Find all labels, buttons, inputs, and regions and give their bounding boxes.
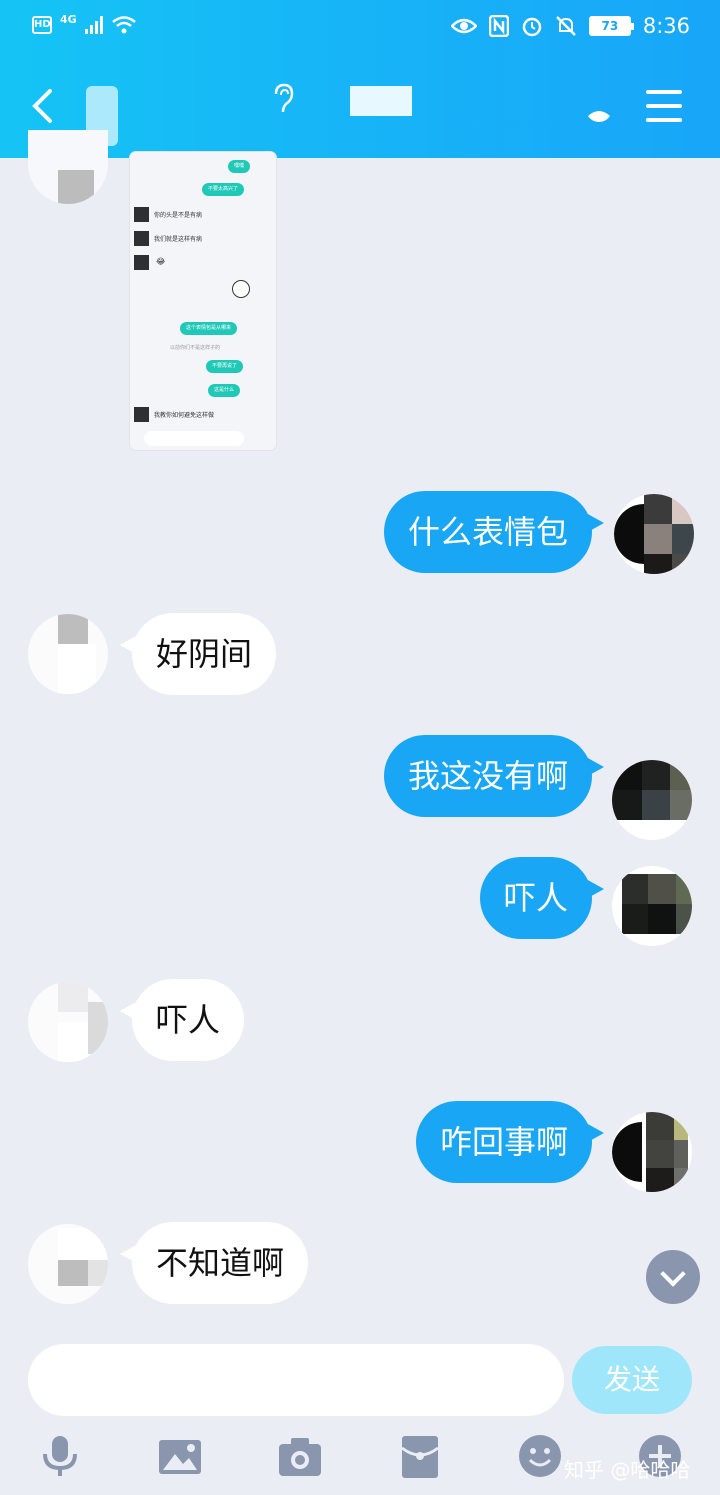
title-redacted (350, 86, 412, 116)
status-bar: HD 4G 73 8:36 (0, 0, 720, 56)
watermark: 知乎 @哈哈哈 (564, 1458, 691, 1482)
mini-bubble: 不要太高兴了 (202, 183, 245, 196)
mute-bell-icon (555, 16, 576, 36)
image-icon[interactable] (156, 1432, 204, 1480)
alarm-icon (522, 17, 542, 37)
message-bubble-sent[interactable]: 咋回事啊 (415, 1101, 605, 1183)
scroll-down-button[interactable] (646, 1250, 700, 1304)
emoji-icon[interactable] (516, 1432, 564, 1480)
sticker-face-icon (232, 280, 250, 298)
eye-icon (450, 18, 477, 34)
wifi-icon (111, 16, 136, 34)
mini-avatar (134, 231, 149, 246)
mini-line: 你的头是不是有病 (154, 212, 203, 219)
message-bubble-received[interactable]: 吓人 (119, 979, 245, 1061)
avatar-contact[interactable] (28, 614, 108, 694)
clock: 8:36 (642, 14, 690, 38)
microphone-icon[interactable] (36, 1432, 84, 1480)
back-icon[interactable] (30, 88, 54, 124)
battery-indicator: 73 (588, 16, 634, 36)
mini-bubble: 这个表情包是从哪来 (180, 322, 238, 335)
avatar-self[interactable] (612, 866, 692, 946)
mini-bubble: 嘿嘿 (228, 160, 251, 173)
menu-icon[interactable] (646, 90, 682, 122)
mini-avatar (134, 207, 149, 222)
avatar-contact[interactable] (28, 982, 108, 1062)
chat-header: HD 4G 73 8:36 (0, 0, 720, 158)
mini-avatar (134, 407, 149, 422)
message-bubble-sent[interactable]: 什么表情包 (383, 491, 605, 573)
mini-note: 以前你们不是这样子的 (170, 345, 221, 351)
nfc-icon (488, 15, 509, 37)
screenshot-image-message[interactable]: 嘿嘿 不要太高兴了 你的头是不是有病 我们就是这样有病 😂 这个表情包是从哪来 … (130, 152, 276, 450)
avatar[interactable] (28, 130, 108, 204)
red-packet-icon[interactable] (396, 1432, 444, 1480)
mini-bubble: 这是什么 (208, 384, 241, 397)
mini-line: 我教你如何避免这样做 (154, 412, 215, 419)
message-bubble-sent[interactable]: 我这没有啊 (383, 735, 605, 817)
ear-icon[interactable] (268, 82, 298, 116)
message-bubble-received[interactable]: 不知道啊 (119, 1222, 309, 1304)
avatar-self[interactable] (612, 1112, 692, 1192)
camera-icon[interactable] (276, 1432, 324, 1480)
mini-avatar (134, 255, 149, 270)
signal-icon (84, 16, 103, 34)
mini-input (144, 431, 244, 446)
avatar-self[interactable] (612, 760, 692, 840)
hd-badge: HD (32, 16, 52, 34)
send-button[interactable]: 发送 (572, 1346, 692, 1414)
message-input[interactable] (28, 1344, 564, 1416)
message-bubble-sent[interactable]: 吓人 (479, 857, 605, 939)
avatar-self[interactable] (614, 494, 694, 574)
avatar-contact[interactable] (28, 1224, 108, 1304)
network-type: 4G (60, 12, 77, 26)
phone-icon[interactable] (586, 108, 612, 124)
mini-line: 😂 (156, 257, 166, 266)
mini-line: 我们就是这样有病 (154, 236, 203, 243)
mini-bubble: 不要再说了 (206, 360, 244, 373)
message-bubble-received[interactable]: 好阴间 (119, 613, 277, 695)
